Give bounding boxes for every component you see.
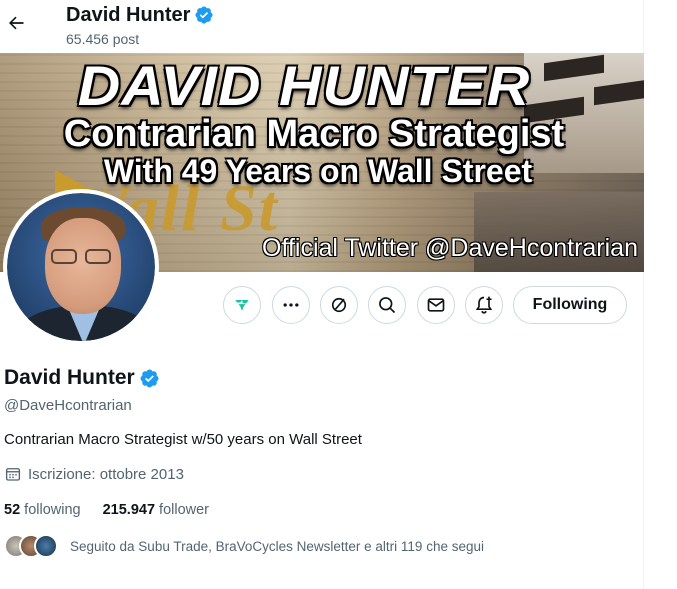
grok-icon (235, 300, 249, 311)
header-name: David Hunter (66, 3, 214, 27)
post-count: 65.456 post (66, 31, 140, 47)
avatar (34, 534, 58, 558)
joined-text: Iscrizione: ottobre 2013 (28, 465, 184, 483)
followers-link[interactable]: 215.947 follower (103, 502, 209, 518)
back-button[interactable] (2, 6, 30, 40)
block-icon (331, 297, 347, 313)
message-button[interactable] (417, 286, 455, 324)
following-link[interactable]: 52 following (4, 502, 81, 518)
follow-stats: 52 following 215.947 follower (4, 502, 209, 518)
profile-name: David Hunter (4, 366, 160, 390)
grok-button[interactable] (223, 286, 261, 324)
more-icon (283, 303, 299, 307)
notifications-button[interactable] (465, 286, 503, 324)
arrow-left-icon (9, 16, 24, 30)
header-name-text: David Hunter (66, 4, 191, 26)
followers-count: 215.947 (102, 502, 156, 518)
following-label: following (24, 502, 81, 518)
block-button[interactable] (320, 286, 358, 324)
profile-name-text: David Hunter (4, 366, 135, 389)
notification-bell-icon (475, 296, 493, 314)
message-icon (427, 298, 445, 312)
following-count: 52 (4, 502, 21, 518)
followers-label: follower (159, 502, 210, 518)
profile-handle: @DaveHcontrarian (4, 397, 132, 414)
banner-subtitle: Contrarian Macro Strategist (63, 113, 565, 155)
profile-column: David Hunter 65.456 post Wall St DAVID H… (0, 0, 644, 589)
banner-handle: Official Twitter @DaveHcontrarian (262, 234, 638, 262)
joined-date: Iscrizione: ottobre 2013 (4, 465, 184, 483)
followed-by-text[interactable]: Seguito da Subu Trade, BraVoCycles Newsl… (70, 539, 484, 554)
followed-by[interactable]: Seguito da Subu Trade, BraVoCycles Newsl… (4, 532, 484, 560)
followed-by-avatars (4, 533, 62, 559)
profile-header: David Hunter 65.456 post (0, 0, 644, 53)
search-icon (379, 297, 396, 314)
profile-actions: Following (0, 286, 644, 326)
following-button[interactable]: Following (513, 286, 627, 324)
banner-title: DAVID HUNTER (77, 54, 531, 117)
verified-badge-icon[interactable] (139, 368, 160, 389)
banner-tagline: With 49 Years on Wall Street (103, 153, 533, 189)
profile-bio: Contrarian Macro Strategist w/50 years o… (4, 431, 362, 448)
calendar-icon (5, 468, 21, 481)
search-button[interactable] (368, 286, 406, 324)
verified-badge-icon (195, 6, 214, 24)
more-button[interactable] (272, 286, 310, 324)
